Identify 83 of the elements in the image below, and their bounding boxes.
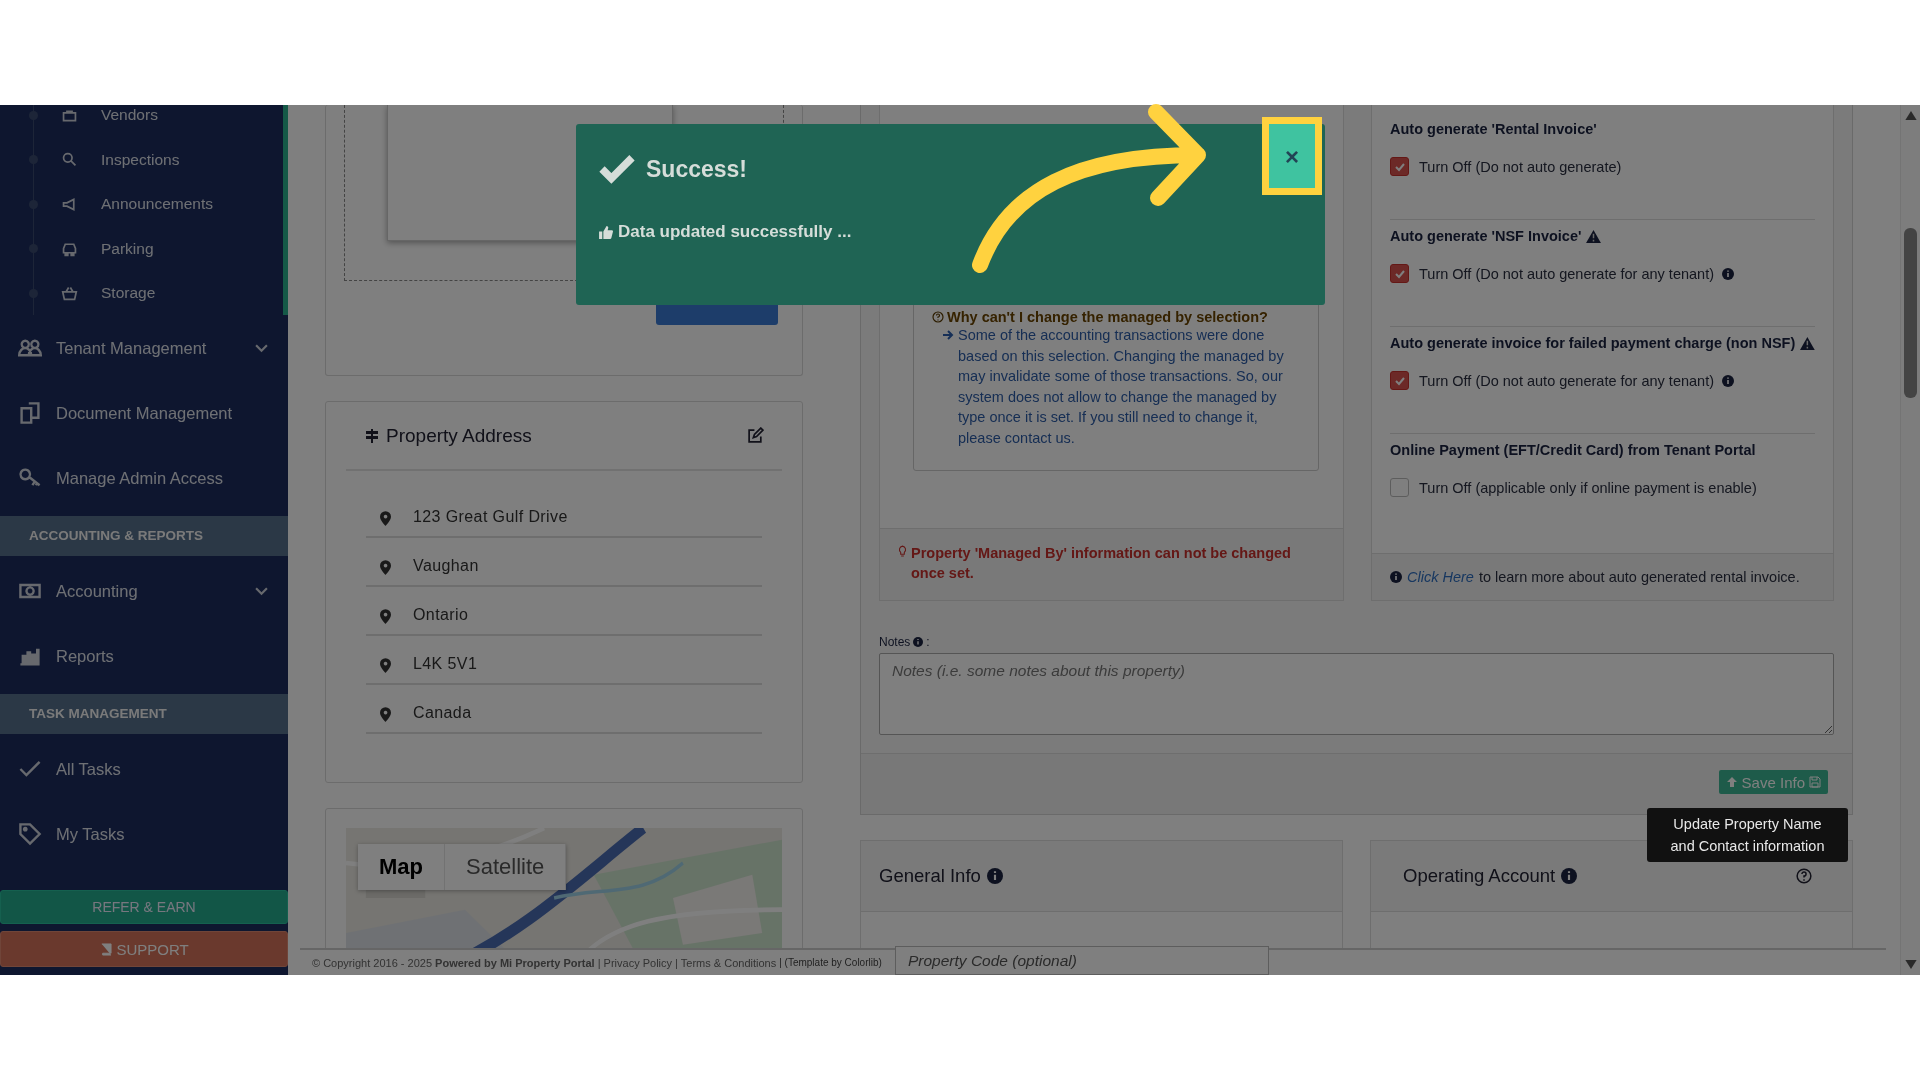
upload-arrow-icon [1725,776,1738,788]
learn-more-text: to learn more about auto generated rental invoice. [1478,569,1800,585]
info-icon [1561,868,1578,884]
toast-title: Success! [646,155,747,183]
map-pin-icon [380,511,391,526]
address-line: 123 Great Gulf Drive [413,508,568,526]
sidebar-section-header: TASK MANAGEMENT [0,693,288,734]
sidebar-item[interactable]: Manage Admin Access [0,445,288,511]
help-title: Why can't I change the managed by selection? [947,309,1268,325]
help-text: Some of the accounting transactions were done based on this selection. Changing the managed by may invalidate some of those transactions. So, our system does not allow to change the managed by type once it is set. If you still need to change it, please contact us. [958,326,1285,448]
address-line: L4K 5V1 [413,655,478,673]
setting-title: Auto generate 'NSF Invoice' [1390,228,1582,244]
card-title: General Info [879,865,981,887]
checkbox-label: Turn Off (Do not auto generate for any tenant) [1419,265,1714,282]
scroll-down-icon[interactable] [1904,960,1917,969]
sidebar-item[interactable]: Tenant Management [0,315,288,381]
setting-title: Online Payment (EFT/Credit Card) from Tenant Portal [1390,442,1756,458]
lightbulb-icon [898,545,907,558]
sidebar-subitem[interactable]: Vendors [33,105,288,138]
map-pin-icon [380,658,391,673]
book-icon [99,942,113,956]
address-line: Vaughan [413,557,479,575]
question-icon [932,311,944,323]
signpost-icon [364,427,380,444]
click-here-link[interactable]: Click Here [1407,569,1474,585]
address-line: Ontario [413,606,469,624]
warning-text: Property 'Managed By' information can not be changed once set. [911,544,1292,583]
scrollbar-track[interactable] [1900,105,1920,975]
sidebar-item-icon [61,240,78,258]
thumbs-up-icon [598,224,613,240]
sidebar-item[interactable]: My Tasks [0,801,288,867]
property-code-field[interactable]: Property Code (optional) [895,946,1269,975]
help-icon[interactable] [1796,868,1812,884]
close-button[interactable]: × [1268,124,1316,190]
map-pin-icon [380,609,391,624]
checkbox[interactable] [1390,157,1409,176]
checkbox-label: Turn Off (Do not auto generate) [1419,158,1622,175]
sidebar-item-icon [61,195,78,213]
address-line: Canada [413,704,472,722]
sidebar-item-icon [18,401,42,425]
setting-title: Auto generate invoice for failed payment charge (non NSF) [1390,335,1796,351]
map-type-tab[interactable]: Satellite [445,844,567,890]
checkbox[interactable] [1390,371,1409,390]
sidebar-item[interactable]: All Tasks [0,736,288,802]
sidebar-section-header: ACCOUNTING & REPORTS [0,515,288,556]
info-icon [913,637,924,647]
checkbox[interactable] [1390,264,1409,283]
info-icon [986,868,1003,884]
sidebar-item-icon [18,822,42,846]
edit-icon[interactable] [747,427,764,444]
scroll-up-icon[interactable] [1904,111,1917,120]
map-type-tab[interactable]: Map [358,844,445,890]
checkbox-label: Turn Off (Do not auto generate for any tenant) [1419,372,1714,389]
copyright-text: © Copyright 2016 - 2025 Powered by Mi Property Portal | Privacy Policy | Terms & Conditions [312,956,777,969]
notes-label-colon: : [926,635,930,649]
info-icon [1390,571,1402,583]
notes-label: Notes [879,635,911,649]
sidebar-subitem[interactable]: Inspections [33,137,288,182]
sidebar-item[interactable]: Accounting [0,558,288,624]
sidebar-item-icon [61,284,78,302]
sidebar-subitem[interactable]: Parking [33,226,288,271]
arrow-right-icon [942,329,954,341]
sidebar-subitem[interactable]: Announcements [33,182,288,227]
checkmark-icon [598,154,636,184]
template-credit: | (Template by Colorlib) [779,957,882,968]
sidebar-item[interactable]: Document Management [0,380,288,446]
card-title: Operating Account [1403,865,1556,887]
sidebar-item[interactable]: Reports [0,623,288,689]
notes-field[interactable]: Notes (i.e. some notes about this property) [879,653,1834,735]
card-title: Property Address [386,424,533,447]
checkbox-label: Turn Off (applicable only if online payment is enable) [1419,479,1757,496]
sidebar-item-icon [61,151,78,169]
setting-title: Auto generate 'Rental Invoice' [1390,121,1597,137]
scrollbar-thumb[interactable] [1904,228,1917,398]
tooltip: Update Property Name and Contact information [1647,808,1848,862]
refer-and-earn-button[interactable]: REFER & EARN [0,890,288,924]
checkbox[interactable] [1390,478,1409,497]
map-pin-icon [380,560,391,575]
save-info-button[interactable]: Save Info [1718,770,1828,794]
support-button[interactable]: SUPPORT [0,931,288,967]
map-pin-icon [380,707,391,722]
sidebar-subitem[interactable]: Storage [33,271,288,316]
toast-message: Data updated successfully ... [618,222,852,242]
